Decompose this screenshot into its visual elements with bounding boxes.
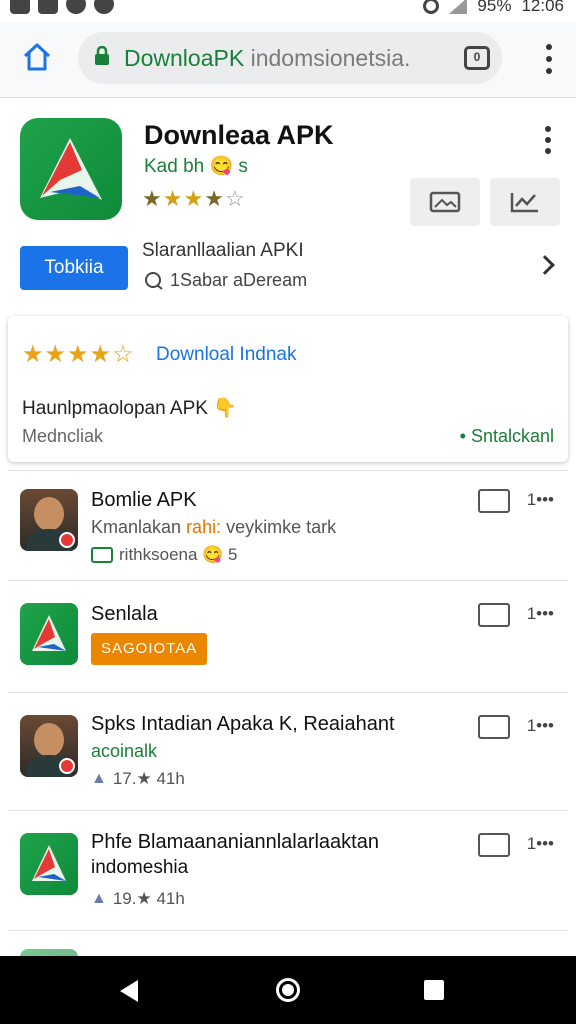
subtitle-secondary-text: 1Sabar aDeream (170, 270, 308, 290)
cast-icon[interactable] (478, 715, 510, 739)
desc-part: Kmanlakan (91, 517, 187, 537)
install-button[interactable]: Tobkiia (20, 246, 128, 290)
list-item[interactable]: Spks Intadian Apaka K, Reaiahant acoinal… (8, 693, 568, 811)
notification-icon (38, 0, 58, 14)
clock: 12:06 (521, 0, 564, 15)
screenshot-button[interactable] (410, 178, 480, 226)
list-item-title: Spks Intadian Apaka K, Reaiahant (91, 713, 395, 735)
browser-toolbar: DownloaPK indomsionetsia. 0 (0, 22, 576, 98)
list-item-tag: SAGOIOTAA (91, 633, 208, 665)
list-item-count[interactable]: 1••• (527, 834, 554, 854)
review-text: Haunlpmaolopan APK 👇 (22, 398, 237, 419)
list-item-meta: ▲ 17.★ 41h (91, 769, 185, 789)
list-item-title-line2: indomeshia (91, 857, 189, 878)
alarm-icon (423, 0, 440, 14)
status-right: 95% 12:06 (423, 0, 564, 16)
app-subtitle-secondary: 1Sabar aDeream (144, 270, 307, 291)
cast-icon[interactable] (478, 603, 510, 627)
more-options-icon[interactable] (544, 126, 552, 154)
list-item-count[interactable]: 1••• (527, 604, 554, 624)
home-icon[interactable] (22, 42, 52, 72)
meta-text: rithksoena 😋 5 (119, 545, 238, 564)
list-item[interactable]: Bomlie APK Kmanlakan rahi: veykimke tark… (8, 471, 568, 581)
list-item-count[interactable]: 1••• (527, 490, 554, 510)
list-item-title: Phfe Blamaananiannlalarlaaktan (91, 831, 379, 853)
app-title: Downleaa APK (144, 120, 334, 150)
home-button-icon[interactable] (276, 978, 300, 1002)
url-text: DownloaPK indomsionetsia. (124, 45, 410, 72)
list-item[interactable]: Phfe Blamaananiannlalarlaaktan indomeshi… (8, 811, 568, 931)
browser-menu-icon[interactable] (544, 44, 554, 74)
url-host: DownloaPK (124, 45, 245, 71)
list-item-partial[interactable] (8, 931, 568, 956)
review-download-link[interactable]: Downloal Indnak (156, 344, 296, 366)
tag-icon (91, 547, 113, 563)
list-item-desc: acoinalk (91, 741, 158, 761)
app-logo-icon (20, 118, 122, 220)
cast-icon[interactable] (478, 489, 510, 513)
thumbs-up-icon: ▲ (91, 770, 107, 787)
thumbs-up-icon: ▲ (91, 890, 107, 907)
meta-text: 19.★ 41h (112, 889, 185, 908)
app-subtitle: Slaranllaalian APKI (142, 240, 304, 261)
list-item-meta: ▲ 19.★ 41h (91, 889, 185, 909)
review-card[interactable]: ★★★★☆ Downloal Indnak Haunlpmaolopan APK… (8, 316, 568, 462)
avatar (20, 715, 78, 777)
address-bar[interactable]: DownloaPK indomsionetsia. (78, 32, 502, 84)
list-item-count[interactable]: 1••• (527, 716, 554, 736)
chat-icon (145, 271, 163, 290)
back-icon[interactable] (120, 980, 138, 1002)
notification-icon (66, 0, 86, 14)
review-action-link[interactable]: • Sntalckanl (460, 426, 554, 447)
url-path: indomsionetsia. (250, 45, 411, 71)
notification-icon (10, 0, 30, 14)
app-header: Downleaa APK Kad bh 😋 s ★★★★☆ Tobkiia Sl… (0, 100, 576, 310)
list-item-title: Senlala (91, 603, 158, 625)
system-nav-bar (0, 956, 576, 1024)
avatar (20, 489, 78, 551)
tabs-switcher-button[interactable]: 0 (464, 46, 490, 70)
meta-text: 17.★ 41h (112, 769, 185, 788)
app-thumb-icon (20, 833, 78, 895)
lock-icon (95, 46, 109, 65)
app-thumb-icon (20, 603, 78, 665)
app-developer[interactable]: Kad bh 😋 s (144, 154, 248, 178)
list-item-title: Bomlie APK (91, 489, 197, 511)
list-item-meta: rithksoena 😋 5 (91, 545, 238, 565)
signal-icon (449, 0, 468, 14)
desc-part: veykimke tark (221, 517, 337, 537)
list-item[interactable]: Senlala SAGOIOTAA 1••• (8, 581, 568, 693)
image-icon (429, 191, 461, 213)
cast-icon[interactable] (478, 833, 510, 857)
battery-text: 95% (477, 0, 512, 15)
chart-icon (510, 193, 538, 213)
status-bar: 95% 12:06 (0, 0, 576, 22)
desc-highlight: rahi: (186, 517, 222, 537)
app-rating-stars: ★★★★☆ (142, 186, 246, 211)
list-item-desc: Kmanlakan rahi: veykimke tark (91, 517, 336, 538)
review-stars: ★★★★☆ (22, 341, 135, 368)
notification-icon (94, 0, 114, 14)
chart-button[interactable] (490, 178, 560, 226)
chevron-right-icon[interactable] (535, 255, 555, 275)
recents-icon[interactable] (424, 980, 444, 1000)
app-list: Bomlie APK Kmanlakan rahi: veykimke tark… (8, 470, 568, 956)
app-thumb-icon (20, 949, 78, 956)
review-subtext: Medncliak (22, 426, 104, 446)
notification-icons (10, 0, 114, 14)
